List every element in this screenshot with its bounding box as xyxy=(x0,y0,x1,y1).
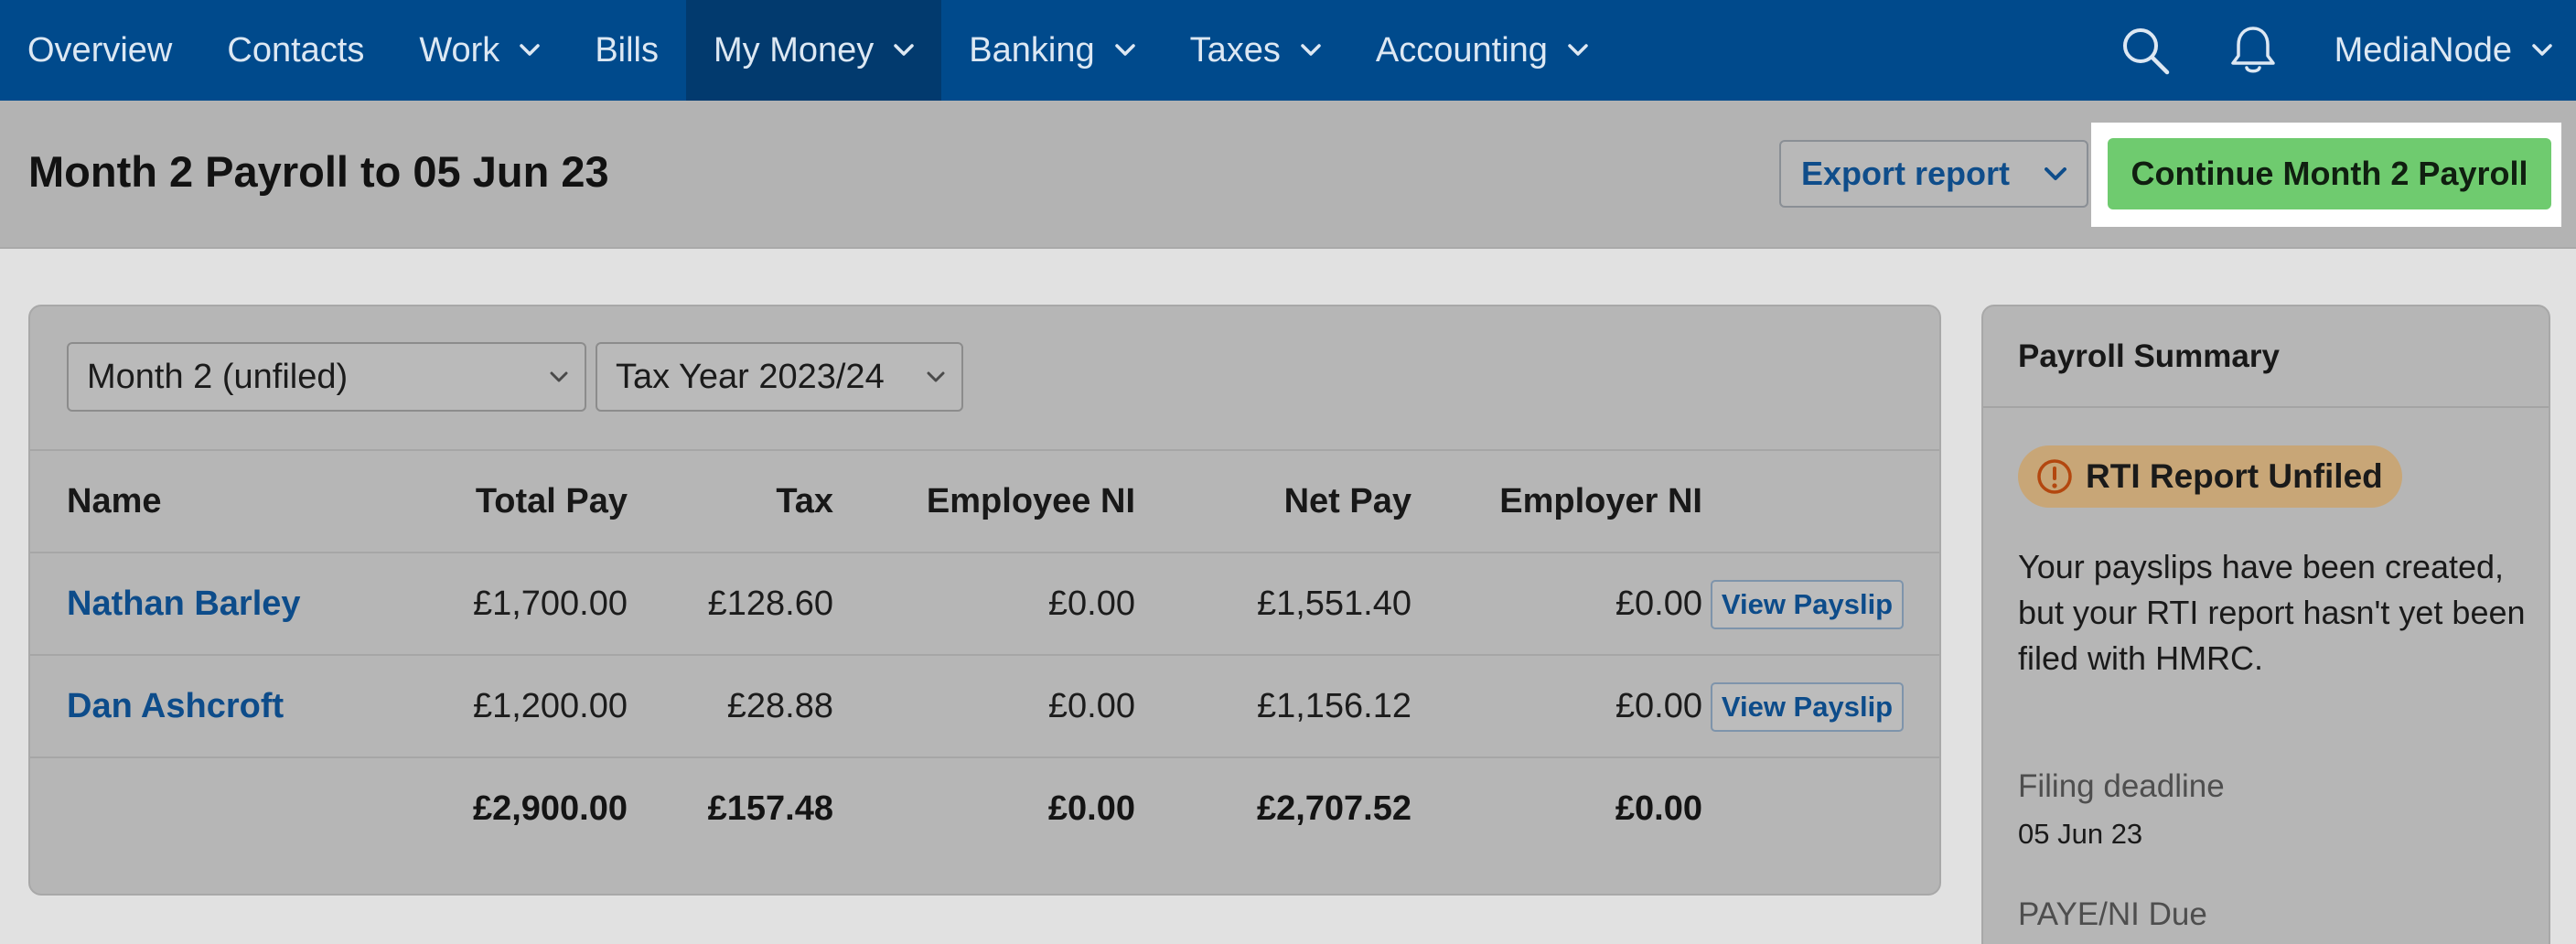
net-pay-cell: £1,156.12 xyxy=(1256,686,1411,725)
view-payslip-button[interactable]: View Payslip xyxy=(1711,682,1904,732)
paye-ni-due-label: PAYE/NI Due xyxy=(2018,896,2207,932)
chevron-down-icon xyxy=(2045,166,2066,181)
summary-title: Payroll Summary xyxy=(2018,338,2280,374)
chevron-down-icon xyxy=(1568,44,1588,57)
divider xyxy=(1983,406,2549,408)
nav-item-contacts[interactable]: Contacts xyxy=(199,0,392,101)
employee-ni-cell: £0.00 xyxy=(1047,584,1135,623)
tax-cell: £28.88 xyxy=(726,686,833,725)
tax-year-select[interactable]: Tax Year 2023/24 xyxy=(596,342,963,412)
column-header-net-pay: Net Pay xyxy=(1283,481,1411,520)
nav-item-work[interactable]: Work xyxy=(392,0,567,101)
nav-item-banking[interactable]: Banking xyxy=(941,0,1162,101)
chevron-down-icon xyxy=(550,371,568,382)
column-header-name: Name xyxy=(67,481,162,520)
tax-cell: £128.60 xyxy=(707,584,833,623)
employee-ni-sum: £0.00 xyxy=(1047,788,1135,828)
column-header-total-pay: Total Pay xyxy=(475,481,628,520)
tax-sum: £157.48 xyxy=(707,788,833,828)
net-pay-cell: £1,551.40 xyxy=(1256,584,1411,623)
employer-ni-cell: £0.00 xyxy=(1615,584,1702,623)
employee-name-cell: Dan Ashcroft xyxy=(67,656,341,756)
nav-item-label: My Money xyxy=(714,30,875,70)
table-row: Nathan Barley £1,700.00 £128.60 £0.00 £1… xyxy=(30,552,1939,654)
column-header-employee-ni: Employee NI xyxy=(926,481,1135,520)
status-badge-label: RTI Report Unfiled xyxy=(2086,457,2383,495)
table-header-row: Name Total Pay Tax Employee NI Net Pay E… xyxy=(30,449,1939,552)
nav-item-label: Bills xyxy=(595,30,659,70)
employee-link[interactable]: Dan Ashcroft xyxy=(67,687,284,726)
net-pay-sum: £2,707.52 xyxy=(1256,788,1411,828)
total-pay-cell: £1,700.00 xyxy=(472,584,628,623)
top-navigation: Overview Contacts Work Bills My Money Ba… xyxy=(0,0,2576,101)
chevron-down-icon xyxy=(927,371,945,382)
period-select-value: Month 2 (unfiled) xyxy=(87,357,349,396)
nav-item-label: Overview xyxy=(27,30,173,70)
page-header: Month 2 Payroll to 05 Jun 23 Export repo… xyxy=(0,101,2576,249)
nav-item-label: Banking xyxy=(969,30,1095,70)
payroll-table-card: Month 2 (unfiled) Tax Year 2023/24 Name … xyxy=(28,305,1941,896)
filing-deadline-value: 05 Jun 23 xyxy=(2018,818,2143,850)
employer-ni-cell: £0.00 xyxy=(1615,686,1702,725)
nav-item-label: Accounting xyxy=(1375,30,1548,70)
nav-item-label: Taxes xyxy=(1189,30,1281,70)
total-pay-cell: £1,200.00 xyxy=(472,686,628,725)
chevron-down-icon xyxy=(1301,44,1321,57)
warning-icon xyxy=(2036,458,2073,495)
nav-item-label: Contacts xyxy=(227,30,365,70)
table-row: Dan Ashcroft £1,200.00 £28.88 £0.00 £1,1… xyxy=(30,654,1939,756)
page-title: Month 2 Payroll to 05 Jun 23 xyxy=(28,147,609,196)
column-header-employer-ni: Employer NI xyxy=(1499,481,1702,520)
export-report-label: Export report xyxy=(1801,155,2011,192)
table-totals-row: £2,900.00 £157.48 £0.00 £2,707.52 £0.00 xyxy=(30,756,1939,859)
status-badge: RTI Report Unfiled xyxy=(2018,445,2402,508)
tax-year-select-value: Tax Year 2023/24 xyxy=(616,357,885,396)
user-menu[interactable]: MediaNode xyxy=(2307,0,2576,101)
bell-icon[interactable] xyxy=(2199,0,2307,101)
nav-item-accounting[interactable]: Accounting xyxy=(1348,0,1615,101)
user-menu-label: MediaNode xyxy=(2334,30,2512,70)
filing-deadline-label: Filing deadline xyxy=(2018,768,2225,804)
nav-item-bills[interactable]: Bills xyxy=(567,0,686,101)
nav-right-group: MediaNode xyxy=(2091,0,2576,101)
summary-message: Your payslips have been created, but you… xyxy=(2018,548,2526,677)
period-select[interactable]: Month 2 (unfiled) xyxy=(67,342,586,412)
search-icon[interactable] xyxy=(2091,0,2199,101)
payroll-summary-panel: Payroll Summary RTI Report Unfiled Your … xyxy=(1981,305,2550,944)
employer-ni-sum: £0.00 xyxy=(1615,788,1702,828)
view-payslip-button[interactable]: View Payslip xyxy=(1711,580,1904,629)
nav-item-label: Work xyxy=(419,30,500,70)
nav-item-overview[interactable]: Overview xyxy=(0,0,199,101)
chevron-down-icon xyxy=(520,44,541,57)
employee-link[interactable]: Nathan Barley xyxy=(67,585,301,624)
employee-name-cell: Nathan Barley xyxy=(67,553,341,654)
chevron-down-icon xyxy=(1114,44,1135,57)
export-report-button[interactable]: Export report xyxy=(1779,140,2088,208)
continue-payroll-button[interactable]: Continue Month 2 Payroll xyxy=(2108,138,2551,209)
chevron-down-icon xyxy=(2532,44,2552,57)
nav-item-my-money[interactable]: My Money xyxy=(686,0,942,101)
employee-ni-cell: £0.00 xyxy=(1047,686,1135,725)
nav-item-taxes[interactable]: Taxes xyxy=(1163,0,1348,101)
chevron-down-icon xyxy=(894,44,915,57)
total-pay-sum: £2,900.00 xyxy=(472,788,628,828)
column-header-tax: Tax xyxy=(776,481,833,520)
